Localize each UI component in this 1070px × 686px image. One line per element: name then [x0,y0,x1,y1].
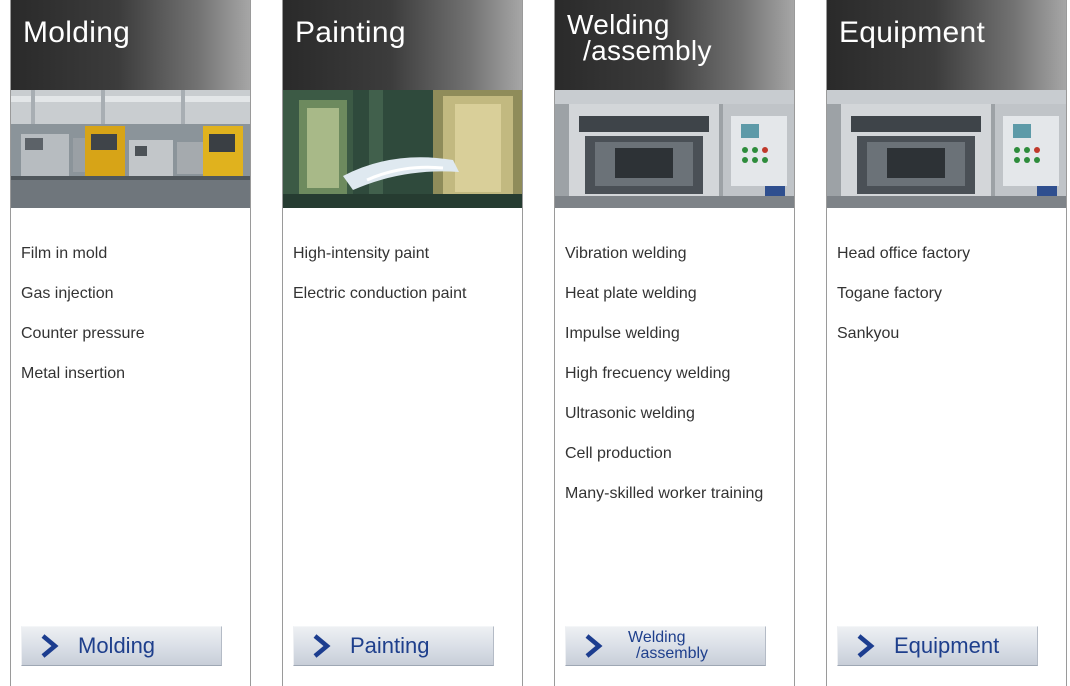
list-item: Cell production [565,445,672,462]
equipment-button[interactable]: Equipment [837,626,1038,666]
column-welding-assembly: Welding /assembly Vibration welding Heat [554,0,795,686]
list-item: Counter pressure [21,325,145,342]
list-item: Film in mold [21,245,108,262]
chevron-right-icon [313,634,331,658]
chevron-right-icon [857,634,875,658]
item-list: Vibration welding Heat plate welding Imp… [555,208,794,503]
column-title: Equipment [839,16,986,49]
list-item: Ultrasonic welding [565,405,695,422]
list-item: Impulse welding [565,325,680,342]
list-item: Togane factory [837,285,942,302]
welding-assembly-button[interactable]: Welding /assembly [565,626,766,666]
molding-button[interactable]: Molding [21,626,222,666]
painting-button[interactable]: Painting [293,626,494,666]
column-header: Equipment [827,0,1066,90]
column-title: Molding [23,16,131,49]
list-item: Electric conduction paint [293,285,467,302]
list-item: Gas injection [21,285,114,302]
item-list: High-intensity paint Electric conduction… [283,208,522,303]
equipment-photo [827,90,1066,208]
list-item: Vibration welding [565,245,687,262]
column-title-line2: /assembly [583,35,712,66]
painting-photo [283,90,522,208]
button-label: Welding /assembly [628,630,708,662]
button-label-line2: /assembly [636,645,709,662]
button-label: Equipment [894,633,1000,658]
chevron-right-icon [585,634,603,658]
column-header: Painting [283,0,522,90]
welding-photo [555,90,794,208]
button-label-line1: Welding [628,629,686,646]
molding-photo [11,90,250,208]
item-list: Head office factory Togane factory Sanky… [827,208,1066,343]
list-item: Sankyou [837,325,900,342]
column-header: Welding /assembly [555,0,794,90]
list-item: High frecuency welding [565,365,731,382]
button-label: Molding [78,633,156,658]
chevron-right-icon [41,634,59,658]
button-label: Painting [350,633,430,658]
list-item: Head office factory [837,245,971,262]
list-item: Heat plate welding [565,285,697,302]
item-list: Film in mold Gas injection Counter press… [11,208,250,383]
column-header: Molding [11,0,250,90]
list-item: Metal insertion [21,365,126,382]
list-item: Many-skilled worker training [565,485,764,502]
column-equipment: Equipment Head office factory Togane fac… [826,0,1067,686]
column-title: Painting [295,16,406,49]
column-molding: Molding Film in mold Gas injection Count [10,0,251,686]
list-item: High-intensity paint [293,245,430,262]
column-painting: Painting High-intensity paint Electric c… [282,0,523,686]
